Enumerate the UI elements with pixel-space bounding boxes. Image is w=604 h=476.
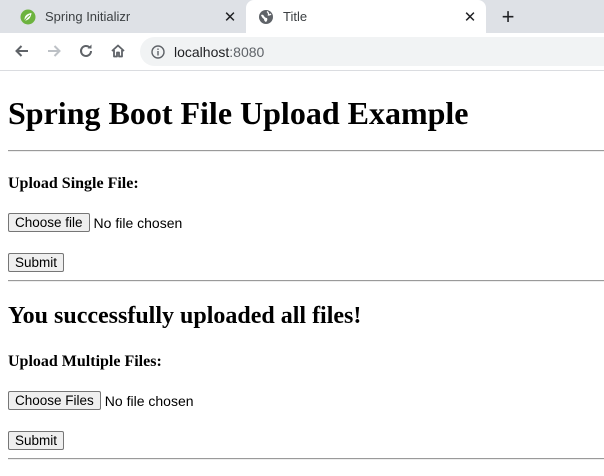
url-host: localhost: [174, 43, 230, 60]
single-file-input[interactable]: Choose file No file chosen: [8, 213, 182, 232]
choose-files-button[interactable]: Choose Files: [8, 391, 101, 410]
close-tab-icon[interactable]: ✕: [462, 9, 478, 26]
back-arrow-icon[interactable]: [10, 39, 34, 63]
divider: [8, 458, 604, 460]
forward-arrow-icon[interactable]: [42, 39, 66, 63]
home-icon[interactable]: [106, 39, 130, 63]
url-port: :8080: [229, 43, 265, 60]
address-bar[interactable]: localhost:8080: [140, 37, 604, 66]
divider: [8, 280, 604, 282]
multiple-upload-heading: Upload Multiple Files:: [8, 353, 162, 370]
divider: [8, 150, 604, 152]
info-icon[interactable]: [150, 44, 166, 60]
success-message: You successfully uploaded all files!: [8, 303, 362, 329]
tab-spring-initializr[interactable]: Spring Initializr ✕: [8, 0, 246, 33]
close-tab-icon[interactable]: ✕: [222, 9, 238, 26]
files-status: No file chosen: [104, 392, 194, 409]
file-status: No file chosen: [93, 214, 183, 231]
single-upload-heading: Upload Single File:: [8, 175, 139, 192]
tab-label: Title: [283, 9, 308, 24]
tab-label: Spring Initializr: [45, 9, 131, 24]
page-title: Spring Boot File Upload Example: [8, 95, 469, 131]
spring-logo-icon: [20, 9, 36, 25]
multiple-file-input[interactable]: Choose Files No file chosen: [8, 391, 194, 410]
globe-icon: [258, 9, 274, 25]
new-tab-plus-icon[interactable]: +: [496, 4, 520, 29]
submit-single-button[interactable]: Submit: [8, 253, 65, 272]
browser-toolbar: localhost:8080: [0, 33, 604, 71]
tab-strip: Spring Initializr ✕ Title ✕ +: [0, 0, 604, 33]
choose-file-button[interactable]: Choose file: [8, 213, 90, 232]
submit-multiple-button[interactable]: Submit: [8, 431, 65, 450]
reload-icon[interactable]: [74, 39, 98, 63]
tab-title[interactable]: Title ✕: [246, 0, 486, 33]
